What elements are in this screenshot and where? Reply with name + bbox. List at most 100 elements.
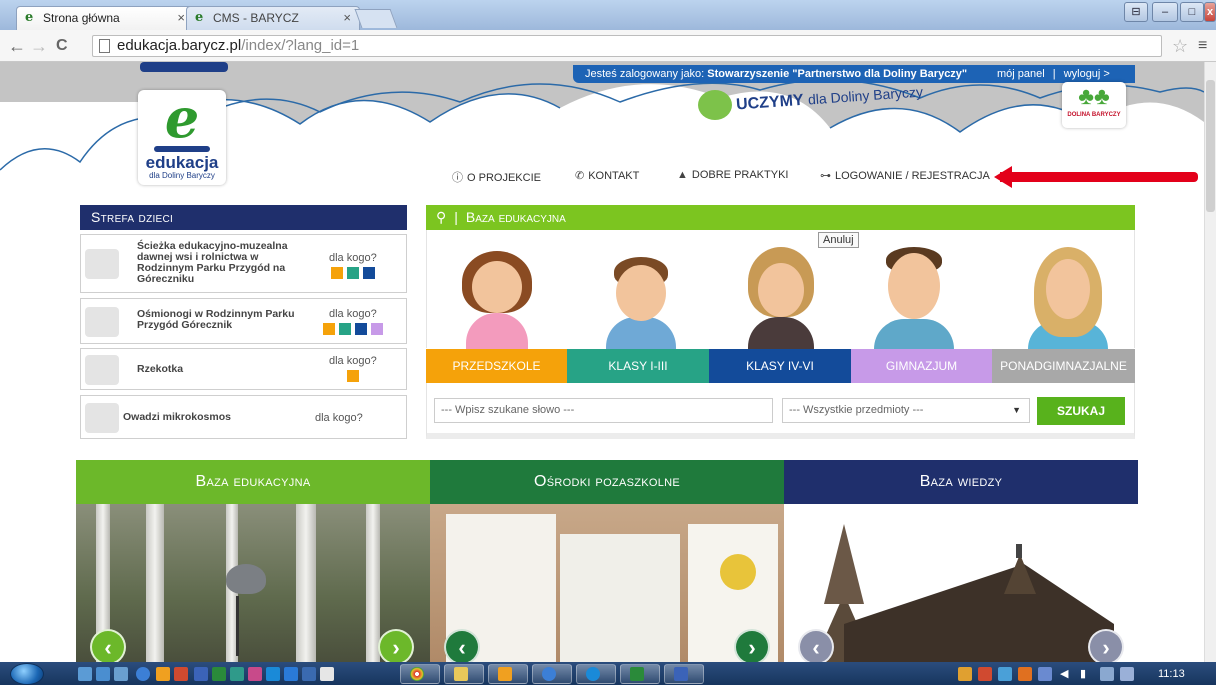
- panel-osrodki-pozaszkolne[interactable]: Ośrodki pozaszkolne: [430, 460, 784, 504]
- quicklaunch-icon[interactable]: [78, 667, 92, 681]
- web-page: Jesteś zalogowany jako: Stowarzyszenie "…: [0, 62, 1204, 662]
- keyword-search-input[interactable]: --- Wpisz szukane słowo ---: [434, 398, 773, 423]
- tray-icon[interactable]: [998, 667, 1012, 681]
- category-gimnazjum[interactable]: GIMNAZJUM: [851, 349, 992, 383]
- carousel-next-button[interactable]: ›: [378, 629, 414, 662]
- wooden-church-photo: [784, 504, 1138, 662]
- taskbar-skype[interactable]: [576, 664, 616, 684]
- for-whom-label: dla kogo?: [315, 412, 363, 424]
- tab-cms-barycz[interactable]: e CMS - BARYCZ ×: [186, 6, 360, 30]
- taskbar-explorer[interactable]: [444, 664, 484, 684]
- outlook-icon[interactable]: [156, 667, 170, 681]
- browser-menu-icon[interactable]: ≡: [1198, 37, 1207, 55]
- taskbar-outlook[interactable]: [488, 664, 528, 684]
- tray-icon[interactable]: [1038, 667, 1052, 681]
- strefa-item[interactable]: Ośmionogi w Rodzinnym Parku Przygód Góre…: [80, 298, 407, 344]
- taskbar-ie[interactable]: [532, 664, 572, 684]
- bookmark-star-icon[interactable]: ☆: [1172, 36, 1188, 57]
- user-links: mój panel | wyloguj >: [997, 65, 1110, 83]
- skype-icon[interactable]: [266, 667, 280, 681]
- app-icon[interactable]: [248, 667, 262, 681]
- nav-logowanie[interactable]: ⊶ LOGOWANIE / REJESTRACJA: [820, 169, 990, 182]
- window-restore-button[interactable]: ⊟: [1124, 2, 1148, 22]
- tab-title: Strona główna: [43, 11, 120, 25]
- strefa-item[interactable]: Rzekotka dla kogo?: [80, 348, 407, 390]
- age-badge-klasy-1-3: [339, 323, 351, 335]
- app-icon[interactable]: [284, 667, 298, 681]
- tab-close-icon[interactable]: ×: [177, 10, 185, 25]
- my-panel-link[interactable]: mój panel: [997, 68, 1045, 80]
- tray-icon[interactable]: [978, 667, 992, 681]
- powerpoint-icon[interactable]: [174, 667, 188, 681]
- site-logo[interactable]: e edukacja dla Doliny Baryczy: [138, 90, 226, 185]
- forward-button[interactable]: →: [30, 36, 48, 57]
- address-bar[interactable]: edukacja.barycz.pl/index/?lang_id=1: [92, 35, 1162, 57]
- panel-baza-wiedzy[interactable]: Baza wiedzy: [784, 460, 1138, 504]
- app-icon[interactable]: [230, 667, 244, 681]
- subject-select[interactable]: --- Wszystkie przedmioty --- ▼: [782, 398, 1030, 423]
- carousel-next-button[interactable]: ›: [1088, 629, 1124, 662]
- puzzle-icon: [85, 355, 119, 385]
- quicklaunch-icon[interactable]: [96, 667, 110, 681]
- tray-icon[interactable]: [1120, 667, 1134, 681]
- app-icon[interactable]: [302, 667, 316, 681]
- window-maximize-button[interactable]: □: [1180, 2, 1204, 22]
- partner-logo[interactable]: ♣♣ DOLINA BARYCZY: [1062, 82, 1126, 128]
- back-button[interactable]: ←: [8, 36, 26, 57]
- acrobat-icon[interactable]: [320, 667, 334, 681]
- for-whom-label: dla kogo?: [329, 252, 377, 264]
- scrollbar-thumb[interactable]: [1206, 80, 1215, 212]
- ie-icon[interactable]: [136, 667, 150, 681]
- panel-baza-edukacyjna[interactable]: Baza edukacyjna: [76, 460, 430, 504]
- cancel-tooltip[interactable]: Anuluj: [818, 232, 859, 248]
- carousel-prev-button[interactable]: ‹: [90, 629, 126, 662]
- for-whom-label: dla kogo?: [329, 308, 377, 320]
- logout-link[interactable]: wyloguj >: [1064, 68, 1110, 80]
- browser-toolbar: ← → C edukacja.barycz.pl/index/?lang_id=…: [0, 30, 1216, 62]
- chevron-left-icon: ‹: [458, 635, 466, 660]
- strefa-item-title: Ośmionogi w Rodzinnym Parku Przygód Góre…: [137, 308, 295, 331]
- tray-icon[interactable]: [1100, 667, 1114, 681]
- tab-close-icon[interactable]: ×: [343, 10, 351, 25]
- tray-icon[interactable]: [958, 667, 972, 681]
- strefa-dzieci-header: Strefa dzieci: [80, 205, 407, 230]
- category-przedszkole[interactable]: PRZEDSZKOLE: [426, 349, 567, 383]
- volume-icon[interactable]: ◀: [1060, 667, 1074, 681]
- category-ponadgimnazjalne[interactable]: PONADGIMNAZJALNE: [992, 349, 1135, 383]
- category-klasy-1-3[interactable]: KLASY I-III: [567, 349, 709, 383]
- age-badge-klasy-1-3: [347, 267, 359, 279]
- tab-strona-glowna[interactable]: e Strona główna ×: [16, 6, 194, 30]
- new-tab-button[interactable]: [354, 9, 398, 28]
- puzzle-icon: [85, 249, 119, 279]
- window-close-button[interactable]: x: [1204, 2, 1216, 22]
- search-button[interactable]: SZUKAJ: [1037, 397, 1125, 425]
- baza-title: Baza edukacyjna: [465, 209, 566, 225]
- reload-button[interactable]: C: [56, 37, 68, 55]
- header-separator: |: [454, 209, 458, 225]
- nav-dobre-praktyki[interactable]: ▲ DOBRE PRAKTYKI: [677, 169, 788, 181]
- window-minimize-button[interactable]: –: [1152, 2, 1178, 22]
- kid-photo-klasy-4-6: [736, 247, 826, 349]
- chevron-right-icon: ›: [1102, 635, 1110, 660]
- taskbar-word[interactable]: [664, 664, 704, 684]
- carousel-next-button[interactable]: ›: [734, 629, 770, 662]
- taskbar-excel[interactable]: [620, 664, 660, 684]
- network-icon[interactable]: ▮: [1080, 667, 1094, 681]
- excel-icon[interactable]: [212, 667, 226, 681]
- taskbar-clock[interactable]: 11:13: [1158, 668, 1185, 680]
- tray-icon[interactable]: [1018, 667, 1032, 681]
- strefa-item[interactable]: Ścieżka edukacyjno-muzealna dawnej wsi i…: [80, 234, 407, 293]
- start-button[interactable]: [10, 663, 44, 685]
- quicklaunch-icon[interactable]: [114, 667, 128, 681]
- word-icon[interactable]: [194, 667, 208, 681]
- nav-kontakt[interactable]: ✆ KONTAKT: [575, 169, 639, 182]
- baza-edukacyjna-header: ⚲ | Baza edukacyjna: [426, 205, 1135, 230]
- carousel-prev-button[interactable]: ‹: [444, 629, 480, 662]
- phone-icon: ✆: [575, 170, 585, 182]
- taskbar-chrome[interactable]: [400, 664, 440, 684]
- strefa-item[interactable]: Owadzi mikrokosmos dla kogo?: [80, 395, 407, 439]
- nav-o-projekcie[interactable]: ⓘ O PROJEKCIE: [452, 169, 541, 185]
- strefa-title: Strefa dzieci: [91, 209, 174, 225]
- carousel-prev-button[interactable]: ‹: [798, 629, 834, 662]
- category-klasy-4-6[interactable]: KLASY IV-VI: [709, 349, 851, 383]
